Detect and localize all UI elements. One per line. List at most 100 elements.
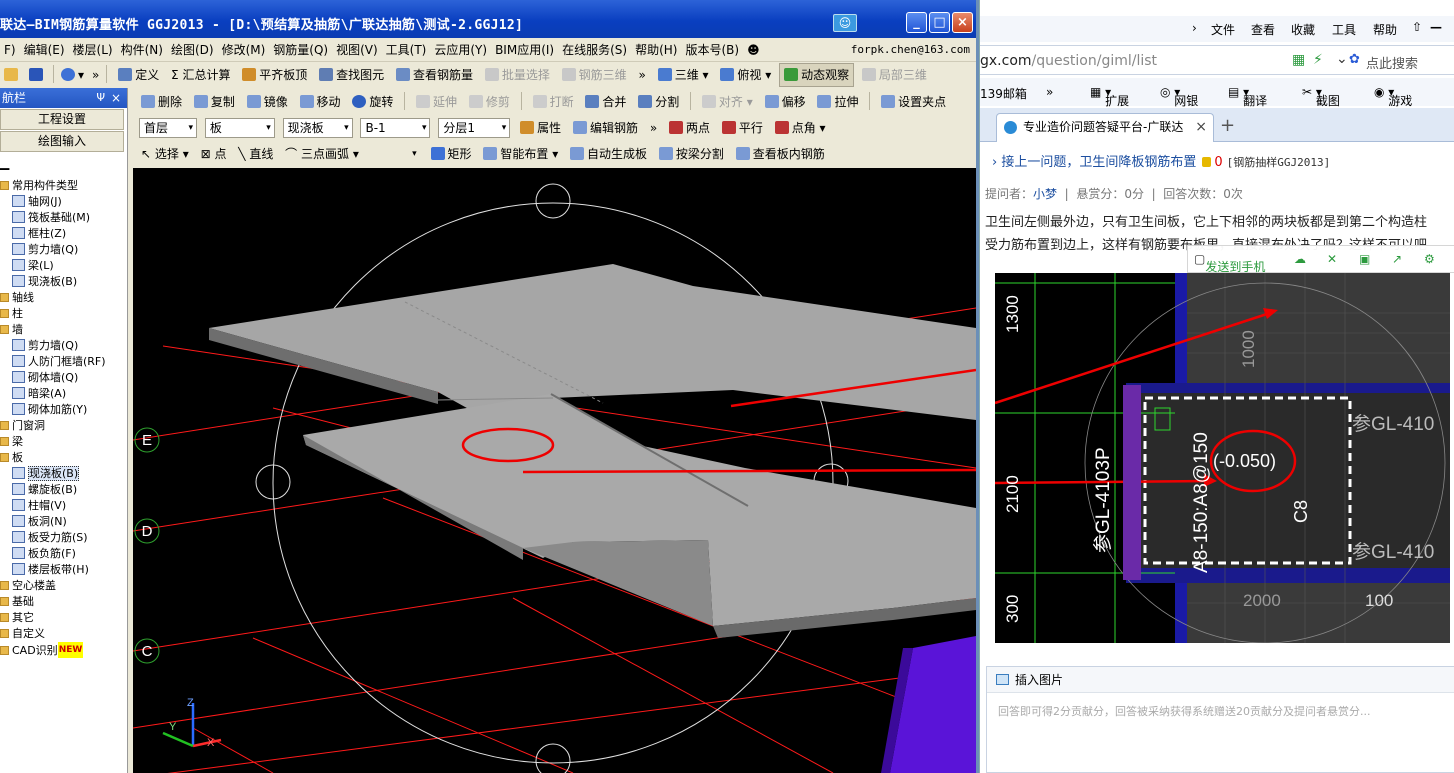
tree-item[interactable]: 楼层板带(H) [0, 562, 127, 578]
menu-member[interactable]: 构件(N) [117, 38, 167, 62]
question-tag[interactable]: [钢筋抽样GGJ2013] [1227, 156, 1331, 169]
tree-folder[interactable]: 梁 [0, 434, 127, 450]
close-icon[interactable]: × [111, 88, 121, 108]
arc-button[interactable]: ⌒ 三点画弧 ▾ [281, 141, 363, 167]
dynamic-orbit-button[interactable]: 动态观察 [779, 63, 855, 87]
category-select[interactable]: 板 ▾ [204, 118, 275, 138]
select-button[interactable]: ↖ 选择 ▾ [137, 141, 193, 167]
fav-extensions[interactable]: ▦ 扩展 ▾ [1090, 85, 1129, 108]
drawing-input-button[interactable]: 绘图输入 [0, 131, 124, 152]
tree-folder[interactable]: 板 [0, 450, 127, 466]
menu-tools[interactable]: 工具(T) [382, 38, 431, 62]
copy-button[interactable]: 复制 [190, 89, 239, 115]
menu-view[interactable]: 视图(V) [332, 38, 382, 62]
flat-top-button[interactable]: 平齐板顶 [238, 62, 311, 88]
browser-menu-view[interactable]: 查看 [1251, 21, 1275, 38]
auto-slab-button[interactable]: 自动生成板 [566, 141, 651, 167]
tree-item[interactable]: 板受力筋(S) [0, 530, 127, 546]
move-button[interactable]: 移动 [296, 89, 345, 115]
save-icon[interactable]: ▣ [1359, 252, 1370, 266]
rebar-3d-button[interactable]: 钢筋三维 [558, 62, 631, 88]
point-button[interactable]: ⊠ 点 [197, 141, 231, 167]
tree-item[interactable]: 梁(L) [0, 258, 127, 274]
fav-screenshot[interactable]: ✂ 截图 ▾ [1302, 85, 1340, 108]
send-to-phone-button[interactable]: ▢ 发送到手机 [1194, 252, 1265, 274]
menu-online[interactable]: 在线服务(S) [558, 38, 631, 62]
tree-folder[interactable]: 其它 [0, 610, 127, 626]
type-select[interactable]: 现浇板 ▾ [282, 118, 353, 138]
tree-folder[interactable]: 基础 [0, 594, 127, 610]
delete-button[interactable]: 删除 [137, 89, 186, 115]
beam-split-button[interactable]: 按梁分割 [655, 141, 728, 167]
insert-image-button[interactable]: 插入图片 [987, 667, 1454, 693]
split-button[interactable]: 分割 [634, 89, 683, 115]
project-settings-button[interactable]: 工程设置 [0, 109, 124, 130]
tree-item[interactable]: 暗梁(A) [0, 386, 127, 402]
new-tab-button[interactable]: + [1220, 115, 1235, 136]
smart-layout-button[interactable]: 智能布置 ▾ [479, 141, 562, 167]
tree-folder[interactable]: 轴线 [0, 290, 127, 306]
more-icon[interactable]: » [88, 62, 103, 88]
answer-editor[interactable]: 插入图片 回答即可得2分贡献分，回答被采纳获得系统赠送20贡献分及提问者悬赏分.… [986, 666, 1454, 773]
more-icon[interactable]: » [646, 115, 661, 141]
tree-folder[interactable]: 墙 [0, 322, 127, 338]
tab-active[interactable]: 专业造价问题答疑平台-广联达 × [996, 113, 1214, 142]
tree-folder[interactable]: 空心楼盖 [0, 578, 127, 594]
menu-file[interactable]: F) [0, 38, 20, 62]
cloud-icon[interactable]: ☁ [1294, 252, 1306, 266]
menu-help[interactable]: 帮助(H) [631, 38, 681, 62]
fav-mail[interactable]: 139邮箱 [980, 85, 1027, 102]
tree-item[interactable]: 螺旋板(B) [0, 482, 127, 498]
offset-button[interactable]: 偏移 [761, 89, 810, 115]
tree-item[interactable]: 现浇板(B) [0, 466, 127, 482]
trim-button[interactable]: 修剪 [465, 89, 514, 115]
two-point-button[interactable]: 两点 [665, 115, 714, 141]
tree-item[interactable]: 柱帽(V) [0, 498, 127, 514]
menu-modify[interactable]: 修改(M) [218, 38, 270, 62]
tree-collapse-icon[interactable]: ▁ [0, 156, 9, 170]
drawing-viewport[interactable]: E D C 6 [133, 168, 976, 773]
chevron-down-icon[interactable]: ⌄ [1336, 51, 1348, 67]
more-icon[interactable]: » [635, 62, 650, 88]
fav-translate[interactable]: ▤ 翻译 ▾ [1228, 85, 1267, 108]
menu-floor[interactable]: 楼层(L) [69, 38, 117, 62]
top-view-button[interactable]: 俯视 ▾ [716, 62, 775, 88]
view-rebar-qty-button[interactable]: 查看钢筋量 [392, 62, 477, 88]
floor-select[interactable]: 首层 ▾ [139, 118, 197, 138]
line-button[interactable]: ╲ 直线 [234, 141, 277, 167]
tree-folder[interactable]: 自定义 [0, 626, 127, 642]
view-inner-rebar-button[interactable]: 查看板内钢筋 [732, 141, 829, 167]
chevron-right-icon[interactable]: › [1192, 21, 1197, 35]
break-button[interactable]: 打断 [529, 89, 578, 115]
browser-minimize-button[interactable]: — [1430, 20, 1442, 34]
tree-item[interactable]: 砌体加筋(Y) [0, 402, 127, 418]
share-icon[interactable]: ↗ [1392, 252, 1402, 266]
fav-bank[interactable]: ◎ 网银 ▾ [1160, 85, 1198, 108]
layer-select[interactable]: 分层1 ▾ [438, 118, 511, 138]
tree-item[interactable]: 板负筋(F) [0, 546, 127, 562]
account-label[interactable]: forpk.chen@163.com [851, 38, 970, 62]
paw-icon[interactable]: ✿ [1349, 52, 1360, 67]
tree-item[interactable]: 现浇板(B) [0, 274, 127, 290]
menu-version[interactable]: 版本号(B) [681, 38, 743, 62]
menu-draw[interactable]: 绘图(D) [167, 38, 218, 62]
pin-icon[interactable]: Ψ [96, 88, 105, 108]
rect-button[interactable]: 矩形 [427, 141, 476, 167]
tree-item[interactable]: 剪力墙(Q) [0, 242, 127, 258]
save-icon[interactable] [25, 62, 50, 88]
search-input[interactable]: 点此搜索 [1366, 53, 1418, 72]
menu-rebar-qty[interactable]: 钢筋量(Q) [269, 38, 332, 62]
browser-menu-file[interactable]: 文件 [1211, 21, 1235, 38]
undo-icon[interactable]: ▾ [57, 62, 88, 88]
tree-folder[interactable]: CAD识别NEW [0, 642, 127, 658]
gear-icon[interactable]: ⚙ [1424, 252, 1435, 266]
answer-input[interactable]: 回答即可得2分贡献分，回答被采纳获得系统赠送20贡献分及提问者悬赏分... [998, 703, 1370, 719]
tree-item[interactable]: 板洞(N) [0, 514, 127, 530]
browser-menu-help[interactable]: 帮助 [1373, 21, 1397, 38]
find-element-button[interactable]: 查找图元 [315, 62, 388, 88]
sum-calc-button[interactable]: Σ 汇总计算 [167, 62, 234, 88]
emoji-icon[interactable]: ☻ [743, 38, 764, 62]
browser-menu-tools[interactable]: 工具 [1332, 21, 1356, 38]
property-button[interactable]: 属性 [516, 115, 565, 141]
home-icon[interactable]: ⇧ [1412, 20, 1422, 34]
